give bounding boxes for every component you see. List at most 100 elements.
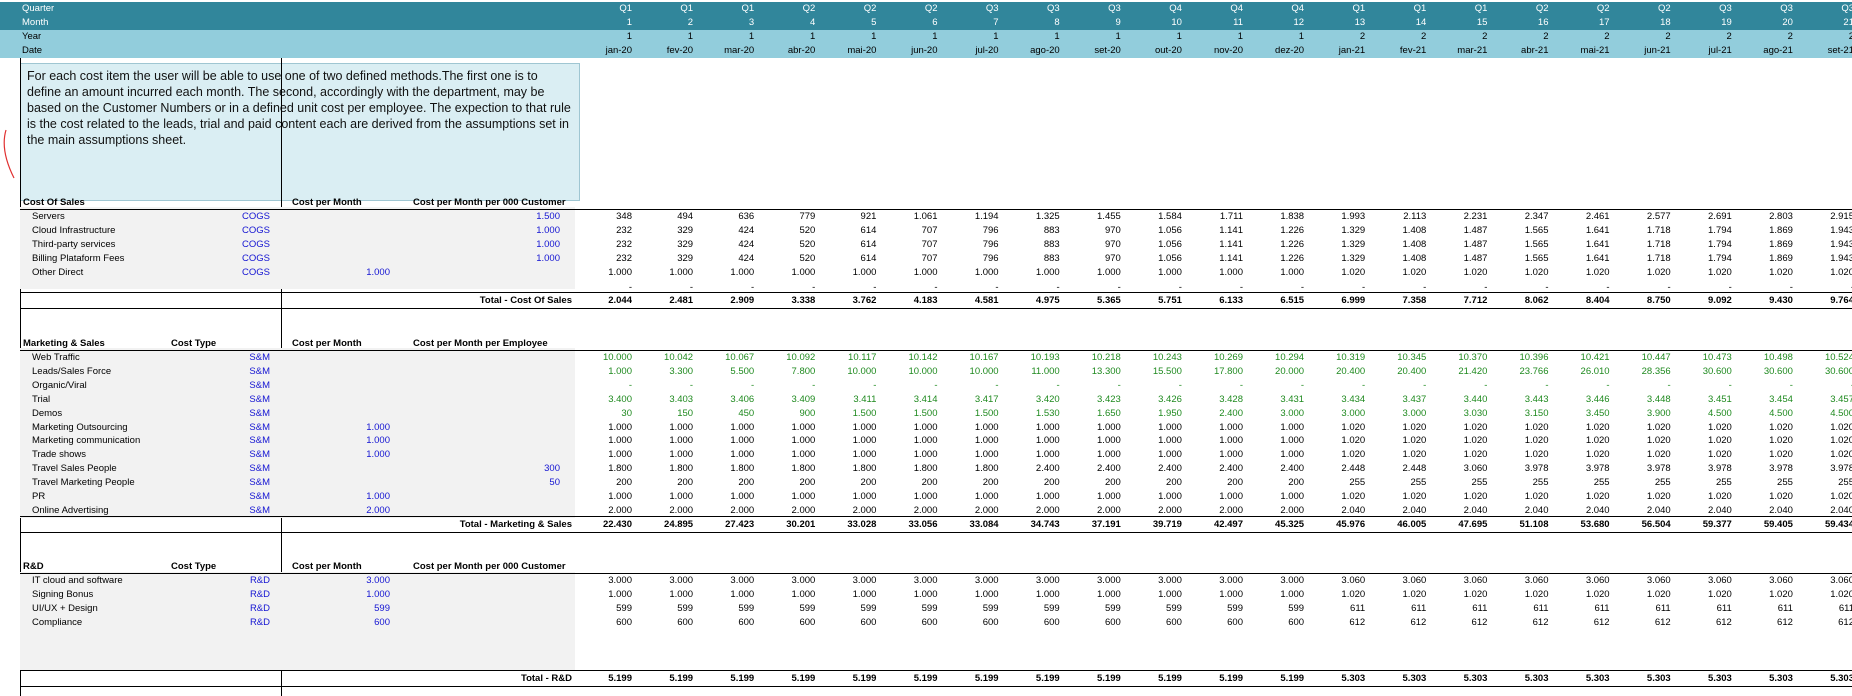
section-0-cell: 1.056 — [1158, 224, 1182, 236]
section-1-cell: 2.400 — [1219, 463, 1243, 475]
dash-cell: - — [1178, 282, 1182, 293]
section-1-cell: - — [873, 379, 877, 391]
section-2-cell: 600 — [1288, 616, 1305, 628]
section-1-cell: - — [1300, 379, 1305, 391]
section-0-cell: 520 — [799, 224, 816, 236]
section-0-total-cell: 7.712 — [1463, 295, 1488, 306]
section-0-cell: 1.226 — [1280, 252, 1305, 264]
header-cell-year: 2 — [1726, 31, 1732, 42]
section-1-title: Marketing & Sales — [23, 338, 105, 349]
section-1-row-cost-month[interactable]: 1.000 — [300, 449, 390, 461]
section-1-row-cost-unit[interactable]: 300 — [470, 463, 560, 475]
header-cell-month: 8 — [1054, 17, 1060, 28]
section-2-cell: 600 — [982, 616, 999, 628]
section-2-row-name: IT cloud and software — [32, 575, 123, 586]
section-1-row-cost-month[interactable]: 1.000 — [300, 422, 390, 434]
section-2-cell: 1.000 — [1097, 588, 1121, 600]
section-0-row-cost-unit[interactable]: 1.500 — [470, 211, 560, 223]
header-cell-month: 14 — [1415, 17, 1427, 28]
section-1-cell: 1.000 — [1219, 435, 1243, 447]
section-1-cell: 3.426 — [1158, 393, 1182, 405]
section-0-cell: 1.869 — [1769, 252, 1793, 264]
section-0-cell: 796 — [982, 252, 999, 264]
section-1-row-cost-month[interactable]: 1.000 — [300, 491, 390, 503]
section-0-total-cell: 2.481 — [669, 295, 694, 306]
section-1-cell: 1.020 — [1524, 421, 1549, 433]
section-1-cell: 1.500 — [913, 407, 938, 419]
section-2-row-cost-month[interactable]: 599 — [300, 603, 390, 615]
section-0-row-type: COGS — [242, 224, 270, 236]
header-cell-month: 15 — [1476, 17, 1488, 28]
section-0-row-cost-unit[interactable]: 1.000 — [470, 225, 560, 237]
section-2-cell: 612 — [1410, 616, 1427, 628]
section-1-total-cell: 56.504 — [1641, 519, 1671, 530]
section-1-row-type: S&M — [249, 421, 270, 433]
section-0-cell: 1.000 — [1219, 266, 1243, 278]
section-2-cell: 1.000 — [608, 588, 632, 600]
section-2-row-cost-month[interactable]: 3.000 — [300, 575, 390, 587]
section-0-row-cost-unit[interactable]: 1.000 — [470, 253, 560, 265]
section-1-cell: 1.020 — [1524, 435, 1549, 447]
section-2-cell: 1.000 — [1219, 588, 1243, 600]
section-1-cell: 1.800 — [608, 463, 632, 475]
section-1-cell: 1.000 — [913, 421, 938, 433]
section-1-cell: 10.421 — [1580, 352, 1610, 363]
section-0-cell: 1.056 — [1158, 252, 1182, 264]
section-1-cell: 1.020 — [1830, 421, 1852, 433]
section-2-cell: 1.020 — [1341, 588, 1366, 600]
section-2-cell: 1.020 — [1769, 588, 1793, 600]
section-2-row-name: Compliance — [32, 616, 83, 628]
section-0-cell: 1.641 — [1585, 252, 1610, 264]
section-0-total-cell: 4.581 — [974, 295, 999, 306]
section-2-total-cell: 5.199 — [730, 673, 755, 684]
section-1-cell: 255 — [1654, 477, 1671, 489]
section-0-cell: 424 — [738, 224, 755, 236]
section-1-cell: 2.400 — [1035, 463, 1060, 475]
section-1-cell: 1.800 — [791, 463, 816, 475]
header-cell-quarter: Q4 — [1169, 3, 1182, 14]
section-1-row-cost-month[interactable]: 1.000 — [300, 435, 390, 447]
header-cell-quarter: Q1 — [741, 3, 755, 14]
header-cell-year: 1 — [810, 31, 816, 42]
header-cell-year: 2 — [1848, 31, 1852, 42]
dash-cell: - — [1606, 282, 1610, 293]
section-1-cell: - — [751, 379, 755, 391]
section-1-cell: 1.020 — [1402, 491, 1427, 502]
section-1-cell: 21.420 — [1458, 365, 1488, 377]
section-0-cell: 1.487 — [1463, 224, 1488, 236]
header-cell-month: 3 — [748, 17, 755, 28]
section-0-header-underline — [20, 209, 1852, 210]
section-1-cell: 1.000 — [1219, 449, 1243, 461]
section-1-cell: 1.020 — [1830, 449, 1852, 461]
header-cell-date: ago-20 — [1030, 45, 1060, 56]
section-1-cell: 1.000 — [608, 365, 632, 377]
section-1-cell: 1.020 — [1524, 449, 1549, 461]
section-0-cell: 1.000 — [791, 266, 816, 278]
section-2-cell: 3.060 — [1708, 575, 1732, 586]
section-1-row-name: Marketing communication — [32, 435, 141, 447]
section-2-row-cost-month[interactable]: 600 — [300, 617, 390, 629]
section-1-cell: 2.400 — [1219, 407, 1243, 419]
header-cell-year: 1 — [687, 31, 694, 42]
section-1-cell: 3.978 — [1830, 463, 1852, 475]
section-0-row-cost-month[interactable]: 1.000 — [300, 267, 390, 279]
section-1-cell: 3.978 — [1708, 463, 1732, 475]
section-0-row-cost-unit[interactable]: 1.000 — [470, 239, 560, 251]
header-cell-date: abr-20 — [787, 45, 816, 56]
section-1-row-cost-unit[interactable]: 50 — [470, 477, 560, 489]
section-1-cell: 1.000 — [1280, 449, 1305, 461]
section-1-cell: 3.409 — [791, 393, 816, 405]
section-1-cell: 255 — [1593, 477, 1610, 489]
section-0-total-cell: 9.430 — [1769, 295, 1793, 306]
section-1-total-cell: 51.108 — [1519, 519, 1549, 530]
section-0-title: Cost Of Sales — [23, 197, 85, 208]
section-1-cell: 1.000 — [669, 421, 694, 433]
section-0-cell: 779 — [799, 211, 816, 222]
section-1-row-type: S&M — [249, 477, 270, 489]
dash-cell: - — [1484, 282, 1488, 293]
section-2-total-cell: 5.303 — [1524, 673, 1549, 684]
section-0-cell: 1.487 — [1463, 252, 1488, 264]
section-0-cell: 1.993 — [1341, 211, 1366, 222]
section-2-row-cost-month[interactable]: 1.000 — [300, 589, 390, 601]
section-2-cell: 1.020 — [1402, 588, 1427, 600]
